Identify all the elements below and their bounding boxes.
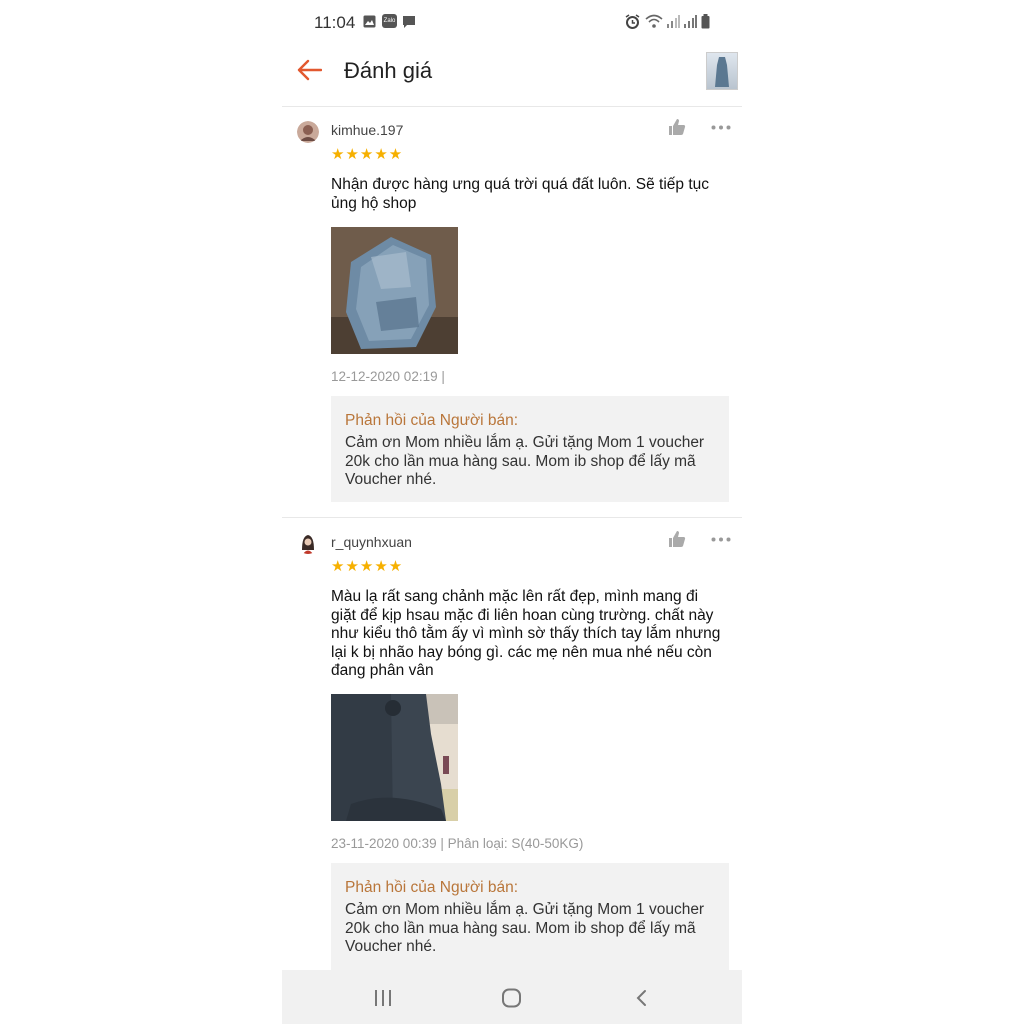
more-options-icon[interactable]	[711, 125, 731, 130]
signal-icon-2	[684, 15, 697, 28]
battery-icon	[701, 14, 710, 29]
system-nav-bar	[282, 970, 742, 1024]
review-meta: 23-11-2020 00:39 | Phân loại: S(40-50KG)	[331, 836, 584, 851]
more-options-icon[interactable]	[711, 537, 731, 542]
message-icon	[403, 16, 415, 28]
reply-title: Phản hồi của Người bán:	[345, 879, 519, 896]
reply-text: Cảm ơn Mom nhiều lắm ạ. Gửi tặng Mom 1 v…	[345, 901, 705, 955]
review-photo-image	[331, 694, 458, 821]
status-time: 11:04	[314, 13, 356, 32]
avatar[interactable]	[297, 532, 319, 554]
rating-stars: ★★★★★	[331, 558, 404, 575]
reviewer-username[interactable]: kimhue.197	[331, 122, 403, 138]
page-title: Đánh giá	[344, 58, 433, 83]
status-bar: 11:04 Zalo	[282, 0, 742, 44]
like-icon[interactable]	[668, 118, 686, 136]
zalo-icon: Zalo	[382, 14, 397, 28]
avatar[interactable]	[297, 121, 319, 143]
signal-icon-1	[667, 15, 680, 28]
rating-stars: ★★★★★	[331, 146, 404, 163]
reply-text: Cảm ơn Mom nhiều lắm ạ. Gửi tặng Mom 1 v…	[345, 434, 705, 488]
zalo-label: Zalo	[383, 18, 396, 24]
review-photo[interactable]	[331, 227, 458, 354]
review-item: r_quynhxuan ★★★★★ Màu lạ rất sang chảnh …	[282, 518, 742, 973]
review-item: kimhue.197 ★★★★★ Nhận được hàng ưng quá …	[282, 106, 742, 518]
review-photo[interactable]	[331, 694, 458, 821]
review-text: Màu lạ rất sang chảnh mặc lên rất đẹp, m…	[331, 588, 721, 679]
back-nav-icon[interactable]	[634, 989, 648, 1007]
gallery-icon	[363, 15, 376, 28]
seller-reply: Phản hồi của Người bán: Cảm ơn Mom nhiều…	[331, 396, 729, 502]
seller-reply: Phản hồi của Người bán: Cảm ơn Mom nhiều…	[331, 863, 729, 973]
review-text: Nhận được hàng ưng quá trời quá đất luôn…	[331, 176, 710, 212]
product-thumbnail[interactable]	[706, 52, 738, 90]
reviewer-username[interactable]: r_quynhxuan	[331, 534, 412, 550]
reply-title: Phản hồi của Người bán:	[345, 412, 519, 429]
home-icon[interactable]	[501, 988, 523, 1008]
app-bar: Đánh giá	[282, 44, 742, 107]
product-dress-image	[715, 57, 729, 87]
back-arrow-icon[interactable]	[296, 59, 322, 81]
recent-apps-icon[interactable]	[374, 990, 392, 1006]
wifi-icon	[645, 14, 663, 28]
alarm-icon	[625, 14, 640, 29]
review-photo-image	[331, 227, 458, 354]
phone-screen: 11:04 Zalo Đánh giá kimhue.197 ★★★★★ Nhậ…	[282, 0, 742, 1024]
like-icon[interactable]	[668, 530, 686, 548]
review-meta: 12-12-2020 02:19 |	[331, 369, 445, 384]
